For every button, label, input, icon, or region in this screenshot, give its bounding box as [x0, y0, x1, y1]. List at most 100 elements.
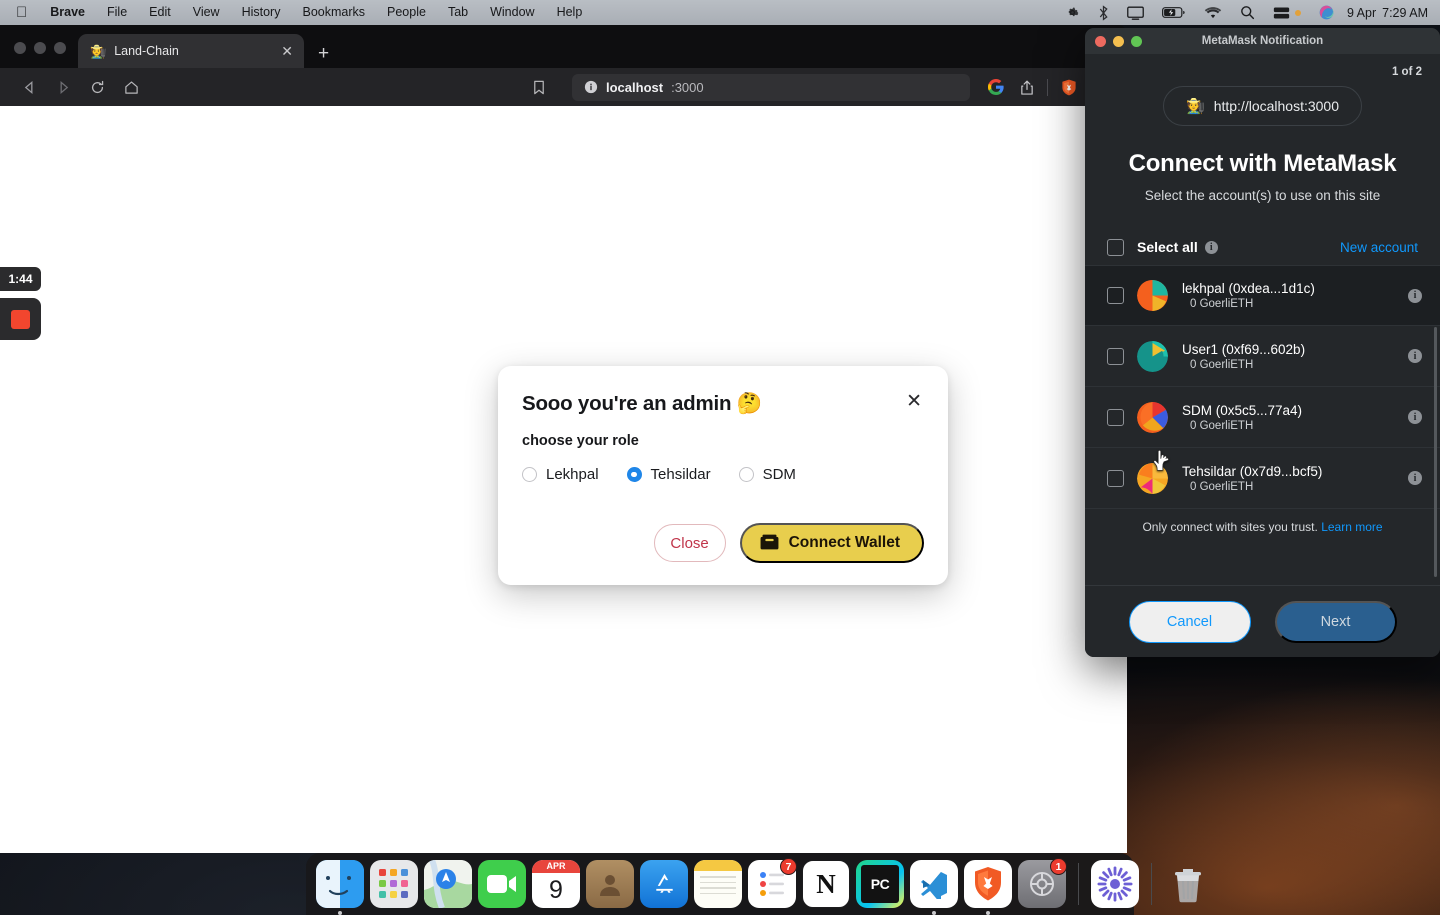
- minimize-window-button[interactable]: [34, 42, 46, 54]
- dock-item-launchpad[interactable]: [370, 860, 418, 908]
- metamask-cancel-button[interactable]: Cancel: [1128, 600, 1251, 643]
- apple-menu-icon[interactable]: : [6, 0, 39, 25]
- tab-land-chain[interactable]: 🧑‍🌾 Land-Chain ✕: [78, 34, 304, 68]
- metamask-close-button[interactable]: [1095, 35, 1106, 47]
- modal-close-icon[interactable]: ✕: [906, 392, 922, 411]
- menubar-time[interactable]: 7:29 AM: [1378, 6, 1430, 20]
- close-window-button[interactable]: [14, 42, 26, 54]
- window-traffic-lights[interactable]: [0, 42, 66, 68]
- app-store-icon[interactable]: [640, 860, 688, 908]
- address-bar[interactable]: localhost:3000: [572, 73, 970, 101]
- dock-item-vs-code[interactable]: [910, 860, 958, 915]
- brave-icon[interactable]: [964, 860, 1012, 908]
- wifi-icon[interactable]: [1195, 6, 1231, 20]
- connect-wallet-button[interactable]: Connect Wallet: [739, 523, 924, 563]
- metamask-traffic-lights[interactable]: [1095, 35, 1142, 47]
- search-icon[interactable]: [1231, 5, 1264, 20]
- finder-icon[interactable]: [316, 860, 364, 908]
- back-button[interactable]: [12, 73, 46, 101]
- account-row-tehsildar[interactable]: Tehsildar (0x7d9...bcf5) 0 GoerliETH i: [1085, 448, 1440, 509]
- dock-item-reminders[interactable]: 7: [748, 858, 797, 908]
- account-row-sdm[interactable]: SDM (0x5c5...77a4) 0 GoerliETH i: [1085, 387, 1440, 448]
- select-all-info-icon[interactable]: i: [1204, 240, 1218, 254]
- dock-item-app-purple[interactable]: [1091, 860, 1139, 908]
- contacts-icon[interactable]: [586, 860, 634, 908]
- trash-icon[interactable]: [1164, 860, 1212, 908]
- bookmark-icon[interactable]: [522, 73, 556, 101]
- select-all-checkbox[interactable]: [1107, 238, 1124, 256]
- menu-history[interactable]: History: [231, 0, 292, 25]
- radio-option-lekhpal[interactable]: Lekhpal: [522, 466, 599, 483]
- maximize-window-button[interactable]: [54, 42, 66, 54]
- dock-item-facetime[interactable]: [478, 860, 526, 908]
- menubar-date[interactable]: 9 Apr: [1343, 6, 1378, 20]
- menu-help[interactable]: Help: [546, 0, 594, 25]
- menu-brave[interactable]: Brave: [39, 0, 96, 25]
- account-info-icon-sdm[interactable]: i: [1408, 410, 1422, 424]
- share-icon[interactable]: [1011, 73, 1042, 101]
- stop-recording-button[interactable]: [0, 298, 41, 340]
- tab-close-icon[interactable]: ✕: [278, 43, 296, 60]
- calendar-icon[interactable]: APR 9: [532, 860, 580, 908]
- account-info-icon-lekhpal[interactable]: i: [1408, 288, 1422, 303]
- dock-item-notion[interactable]: N: [802, 860, 850, 908]
- bluetooth-icon[interactable]: [1089, 4, 1118, 21]
- launchpad-icon[interactable]: [370, 860, 418, 908]
- info-circle-icon[interactable]: [584, 80, 598, 94]
- account-checkbox-lekhpal[interactable]: [1107, 287, 1124, 304]
- home-button[interactable]: [114, 73, 148, 101]
- new-account-link[interactable]: New account: [1340, 240, 1418, 255]
- account-list-scrollbar[interactable]: [1434, 327, 1437, 577]
- metamask-maximize-button[interactable]: [1131, 35, 1142, 47]
- gear-icon[interactable]: [1056, 5, 1089, 20]
- dock-item-contacts[interactable]: [586, 860, 634, 908]
- metamask-minimize-button[interactable]: [1113, 35, 1124, 47]
- dock-item-notes[interactable]: [694, 860, 742, 908]
- google-icon[interactable]: [980, 73, 1011, 101]
- forward-button[interactable]: [46, 73, 80, 101]
- menu-people[interactable]: People: [376, 0, 437, 25]
- close-button[interactable]: Close: [653, 524, 726, 562]
- account-checkbox-tehsildar[interactable]: [1107, 469, 1124, 487]
- notes-icon[interactable]: [694, 860, 742, 908]
- dock-item-finder[interactable]: [316, 860, 364, 915]
- account-checkbox-sdm[interactable]: [1107, 408, 1124, 426]
- menu-bookmarks[interactable]: Bookmarks: [291, 0, 376, 25]
- menu-view[interactable]: View: [182, 0, 231, 25]
- maps-icon[interactable]: [424, 860, 472, 908]
- account-row-lekhpal[interactable]: lekhpal (0xdea...1d1c) 0 GoerliETH i: [1085, 265, 1440, 326]
- siri-icon[interactable]: [1310, 5, 1343, 20]
- new-tab-button[interactable]: +: [318, 44, 329, 63]
- dock-item-calendar[interactable]: APR 9: [532, 860, 580, 908]
- vs-code-icon[interactable]: [910, 860, 958, 908]
- metamask-next-button[interactable]: Next: [1274, 600, 1397, 643]
- dock-item-pycharm[interactable]: PC: [856, 860, 904, 908]
- pycharm-icon[interactable]: PC: [856, 860, 904, 908]
- radio-sdm-indicator[interactable]: [738, 467, 754, 482]
- dock-item-app-store[interactable]: [640, 860, 688, 908]
- display-icon[interactable]: [1118, 6, 1153, 20]
- account-info-icon-user1[interactable]: i: [1408, 349, 1422, 363]
- account-checkbox-user1[interactable]: [1107, 347, 1124, 365]
- account-info-icon-tehsildar[interactable]: i: [1408, 471, 1422, 485]
- menu-file[interactable]: File: [96, 0, 138, 25]
- backup-icon[interactable]: [1264, 6, 1310, 20]
- battery-charging-icon[interactable]: [1153, 6, 1195, 19]
- reload-button[interactable]: [80, 73, 114, 101]
- brave-shield-icon[interactable]: [1053, 73, 1084, 101]
- dock-item-maps[interactable]: [424, 860, 472, 908]
- facetime-icon[interactable]: [478, 860, 526, 908]
- menu-tab[interactable]: Tab: [437, 0, 479, 25]
- app-purple-icon[interactable]: [1091, 860, 1139, 908]
- dock-item-brave[interactable]: [964, 860, 1012, 915]
- radio-lekhpal-indicator[interactable]: [522, 467, 537, 482]
- notion-icon[interactable]: N: [802, 860, 850, 908]
- account-row-user1[interactable]: User1 (0xf69...602b) 0 GoerliETH i: [1085, 326, 1440, 387]
- menu-window[interactable]: Window: [479, 0, 545, 25]
- radio-option-sdm[interactable]: SDM: [738, 466, 796, 483]
- radio-tehsildar-indicator[interactable]: [626, 467, 642, 482]
- radio-option-tehsildar[interactable]: Tehsildar: [626, 466, 711, 483]
- dock-item-system-settings[interactable]: 1: [1018, 858, 1067, 908]
- dock-item-trash[interactable]: [1164, 860, 1212, 908]
- learn-more-link[interactable]: Learn more: [1321, 520, 1382, 534]
